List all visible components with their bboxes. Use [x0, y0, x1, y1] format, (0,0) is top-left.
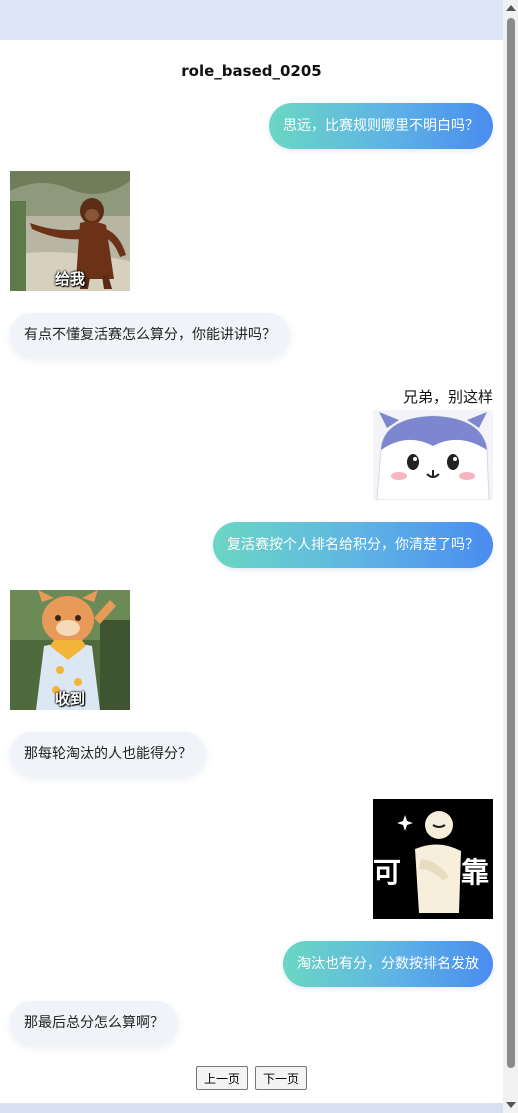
- sticker-label: 兄弟，别这样: [402, 388, 493, 406]
- sticker-mascot-salute: 收到: [10, 590, 130, 710]
- sticker-orangutan: 给我: [10, 171, 130, 291]
- message-bubble-incoming: 有点不懂复活赛怎么算分，你能讲讲吗？: [10, 313, 290, 357]
- message-bubble-outgoing: 思远，比赛规则哪里不明白吗？: [269, 103, 493, 149]
- next-page-button[interactable]: 下一页: [255, 1066, 308, 1090]
- sticker-chiikawa: [373, 410, 493, 530]
- message-bubble-outgoing: 淘汰也有分，分数按排名发放: [283, 941, 493, 987]
- scroll-up-arrow-icon[interactable]: [506, 5, 516, 11]
- pagination: 上一页 下一页: [0, 1066, 503, 1090]
- sticker-reliable: 可 靠: [373, 799, 493, 919]
- sticker-caption-right: 靠: [460, 856, 489, 889]
- chat-panel: role_based_0205 思远，比赛规则哪里不明白吗？ 给我 有点不懂复活…: [0, 40, 503, 1103]
- scroll-thumb[interactable]: [507, 18, 515, 1068]
- page: role_based_0205 思远，比赛规则哪里不明白吗？ 给我 有点不懂复活…: [0, 0, 518, 1113]
- scroll-down-arrow-icon[interactable]: [506, 1102, 516, 1108]
- chiikawa-sticker-image: [373, 410, 493, 501]
- sticker-caption: 给我: [54, 270, 85, 288]
- message-bubble-incoming: 那最后总分怎么算啊？: [10, 1001, 178, 1045]
- prev-page-button[interactable]: 上一页: [195, 1066, 248, 1090]
- sticker-caption: 收到: [54, 690, 85, 708]
- vertical-scrollbar[interactable]: [503, 0, 518, 1113]
- message-bubble-outgoing: 复活赛按个人排名给积分，你清楚了吗？: [213, 522, 493, 568]
- chat-title: role_based_0205: [181, 62, 322, 80]
- message-bubble-incoming: 那每轮淘汰的人也能得分？: [10, 732, 206, 776]
